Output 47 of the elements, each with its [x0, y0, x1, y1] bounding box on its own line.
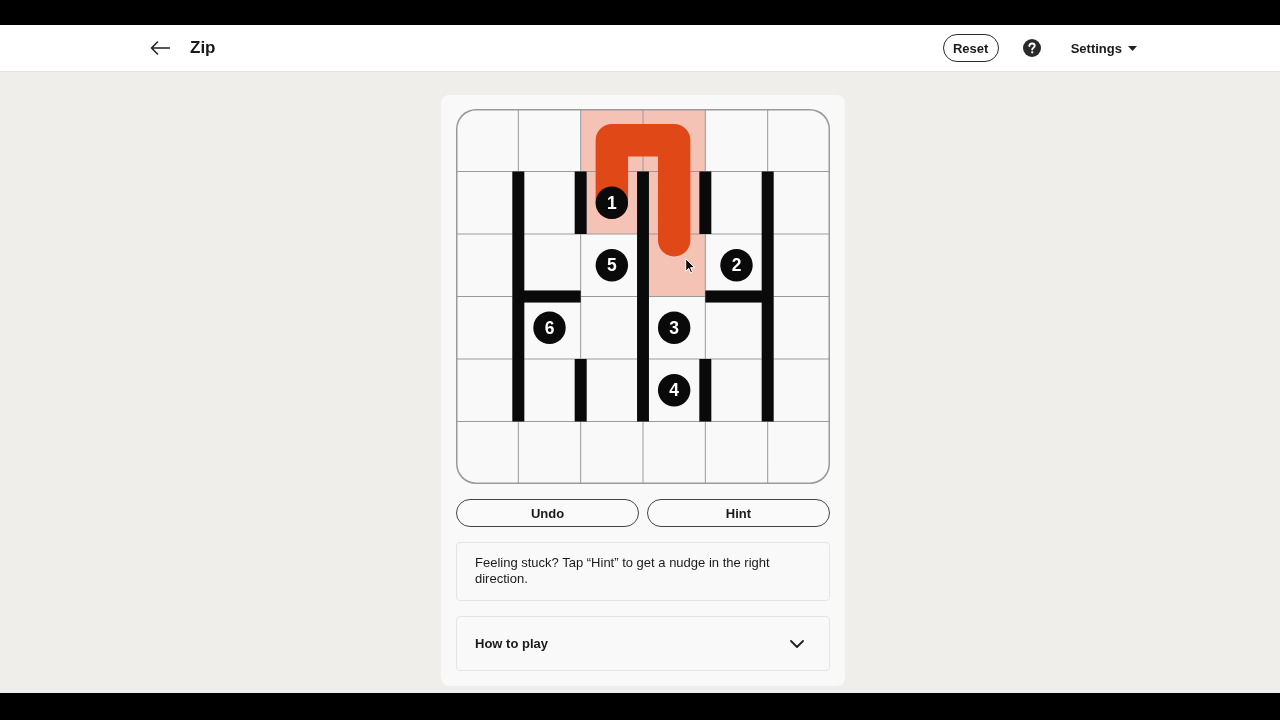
hint-message: Feeling stuck? Tap “Hint” to get a nudge in the right direction. — [456, 542, 830, 601]
wall — [699, 171, 712, 234]
grid-cell[interactable] — [457, 359, 513, 421]
grid-cell[interactable] — [711, 359, 762, 421]
clue-number: 4 — [657, 374, 691, 407]
help-icon — [1022, 39, 1041, 57]
grid-cell[interactable] — [518, 422, 581, 483]
grid-cell[interactable] — [705, 302, 762, 359]
settings-menu[interactable]: Settings — [1070, 40, 1137, 56]
grid-cell[interactable] — [705, 422, 768, 483]
clue-number: 3 — [657, 311, 691, 344]
help-button[interactable] — [1022, 39, 1041, 57]
grid-cell[interactable] — [457, 422, 518, 483]
grid-cell[interactable] — [773, 297, 829, 359]
grid-cell[interactable] — [705, 110, 768, 171]
chevron-icon — [790, 639, 804, 648]
grid-cell[interactable] — [643, 422, 705, 483]
clue-number: 1 — [595, 186, 629, 219]
caret-icon — [1128, 45, 1137, 51]
back-arrow-icon — [150, 41, 170, 55]
reset-button[interactable]: Reset — [942, 34, 999, 62]
grid-cell[interactable] — [457, 297, 513, 359]
clue-number: 2 — [720, 249, 753, 282]
clue-number: 6 — [533, 311, 566, 344]
grid-cell[interactable] — [773, 359, 829, 421]
action-button[interactable]: Undo — [456, 499, 639, 527]
app-title: Zip — [190, 38, 216, 58]
action-button[interactable]: Hint — [647, 499, 830, 527]
grid-cell[interactable] — [518, 110, 581, 171]
grid-cell[interactable] — [773, 172, 829, 234]
wall — [699, 359, 712, 422]
grid-cell[interactable] — [457, 110, 518, 171]
grid-cell[interactable] — [524, 359, 575, 421]
how-to-play-toggle[interactable]: How to play — [456, 616, 830, 671]
grid-cell[interactable] — [457, 172, 513, 234]
grid-cell[interactable] — [773, 234, 829, 296]
clue-number: 5 — [595, 249, 629, 282]
grid-cell[interactable] — [768, 110, 829, 171]
grid-cell[interactable] — [581, 297, 638, 359]
grid-cell[interactable] — [457, 234, 513, 296]
grid-cell[interactable] — [768, 422, 829, 483]
grid-cell[interactable] — [711, 172, 762, 234]
cursor-icon — [685, 258, 695, 274]
grid-cell[interactable] — [524, 172, 575, 234]
grid-cell[interactable] — [586, 359, 638, 421]
grid-cell[interactable] — [581, 422, 643, 483]
grid-cell[interactable] — [524, 234, 581, 291]
